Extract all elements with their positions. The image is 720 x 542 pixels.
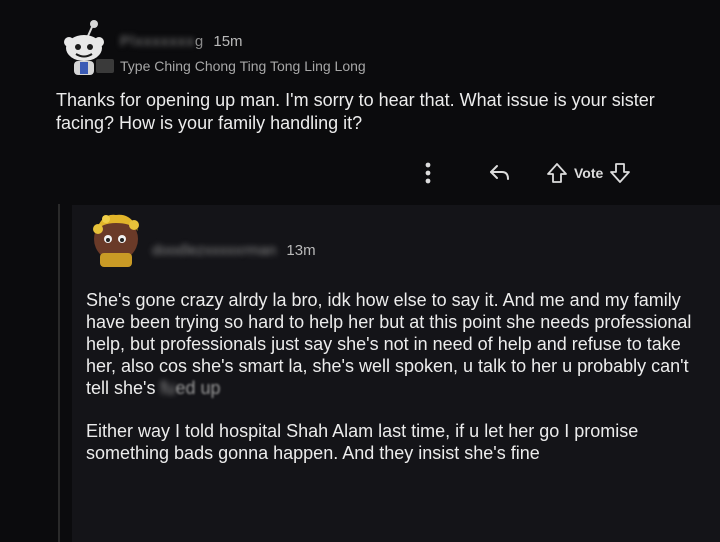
reply-paragraph-2: Either way I told hospital Shah Alam las… [86, 421, 639, 463]
downvote-button[interactable] [609, 162, 631, 184]
reply-comment-meta: doodlezxxxxxrman 13m [152, 242, 316, 259]
reply-paragraph-1-end: ed up [175, 378, 221, 398]
reply-timestamp: 13m [286, 242, 316, 259]
reply-comment-body: She's gone crazy alrdy la bro, idk how e… [86, 289, 700, 485]
vote-label: Vote [574, 165, 604, 181]
reply-username[interactable]: doodlezxxxxxrman [152, 242, 280, 259]
timestamp: 15m [213, 33, 243, 50]
reply-paragraph-1: She's gone crazy alrdy la bro, idk how e… [86, 289, 700, 399]
reply-arrow-icon [490, 165, 509, 180]
more-options-button[interactable] [418, 162, 438, 184]
comment-meta: Plxxxxxxxg 15m [120, 33, 243, 50]
comment-parent: Plxxxxxxxg 15m Type Ching Chong Ting Ton… [0, 0, 720, 200]
username[interactable]: Plxxxxxxxg [120, 33, 207, 50]
thread-line[interactable] [58, 204, 60, 542]
reply-user-avatar[interactable] [88, 209, 144, 271]
flair-text: Type Ching Chong Ting Tong Ling Long [120, 58, 366, 74]
flair-emoji-icon [96, 59, 114, 73]
user-flair: Type Ching Chong Ting Tong Ling Long [96, 58, 366, 74]
character-avatar-icon [93, 214, 139, 267]
reply-button[interactable] [480, 163, 520, 183]
more-vertical-icon [425, 162, 431, 184]
censored-word: fu [160, 378, 176, 398]
comment-actions: Vote [418, 162, 631, 184]
arrow-down-icon [610, 163, 631, 183]
arrow-up-icon [547, 163, 567, 183]
comment-body: Thanks for opening up man. I'm sorry to … [56, 90, 655, 133]
upvote-button[interactable] [546, 162, 568, 184]
